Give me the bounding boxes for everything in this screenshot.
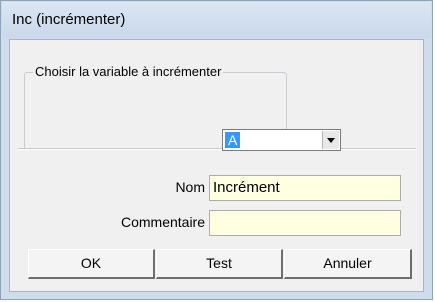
title-bar[interactable]: Inc (incrémenter) [2, 2, 431, 38]
name-label: Nom [175, 179, 205, 195]
chevron-down-icon[interactable] [322, 131, 339, 149]
dialog-window: Inc (incrémenter) Choisir la variable à … [0, 0, 433, 300]
comment-label: Commentaire [120, 214, 205, 230]
dialog-body: Choisir la variable à incrémenter Nom In… [9, 39, 424, 292]
variable-select[interactable]: A [222, 129, 341, 151]
cancel-button[interactable]: Annuler [284, 249, 412, 279]
variable-select-value: A [225, 132, 241, 148]
ok-button[interactable]: OK [28, 249, 155, 279]
name-field[interactable]: Incrément [209, 175, 401, 201]
window-title: Inc (incrémenter) [12, 11, 126, 28]
comment-field[interactable] [209, 210, 401, 236]
groupbox-legend: Choisir la variable à incrémenter [33, 64, 224, 79]
test-button[interactable]: Test [156, 249, 283, 279]
separator [18, 148, 416, 150]
